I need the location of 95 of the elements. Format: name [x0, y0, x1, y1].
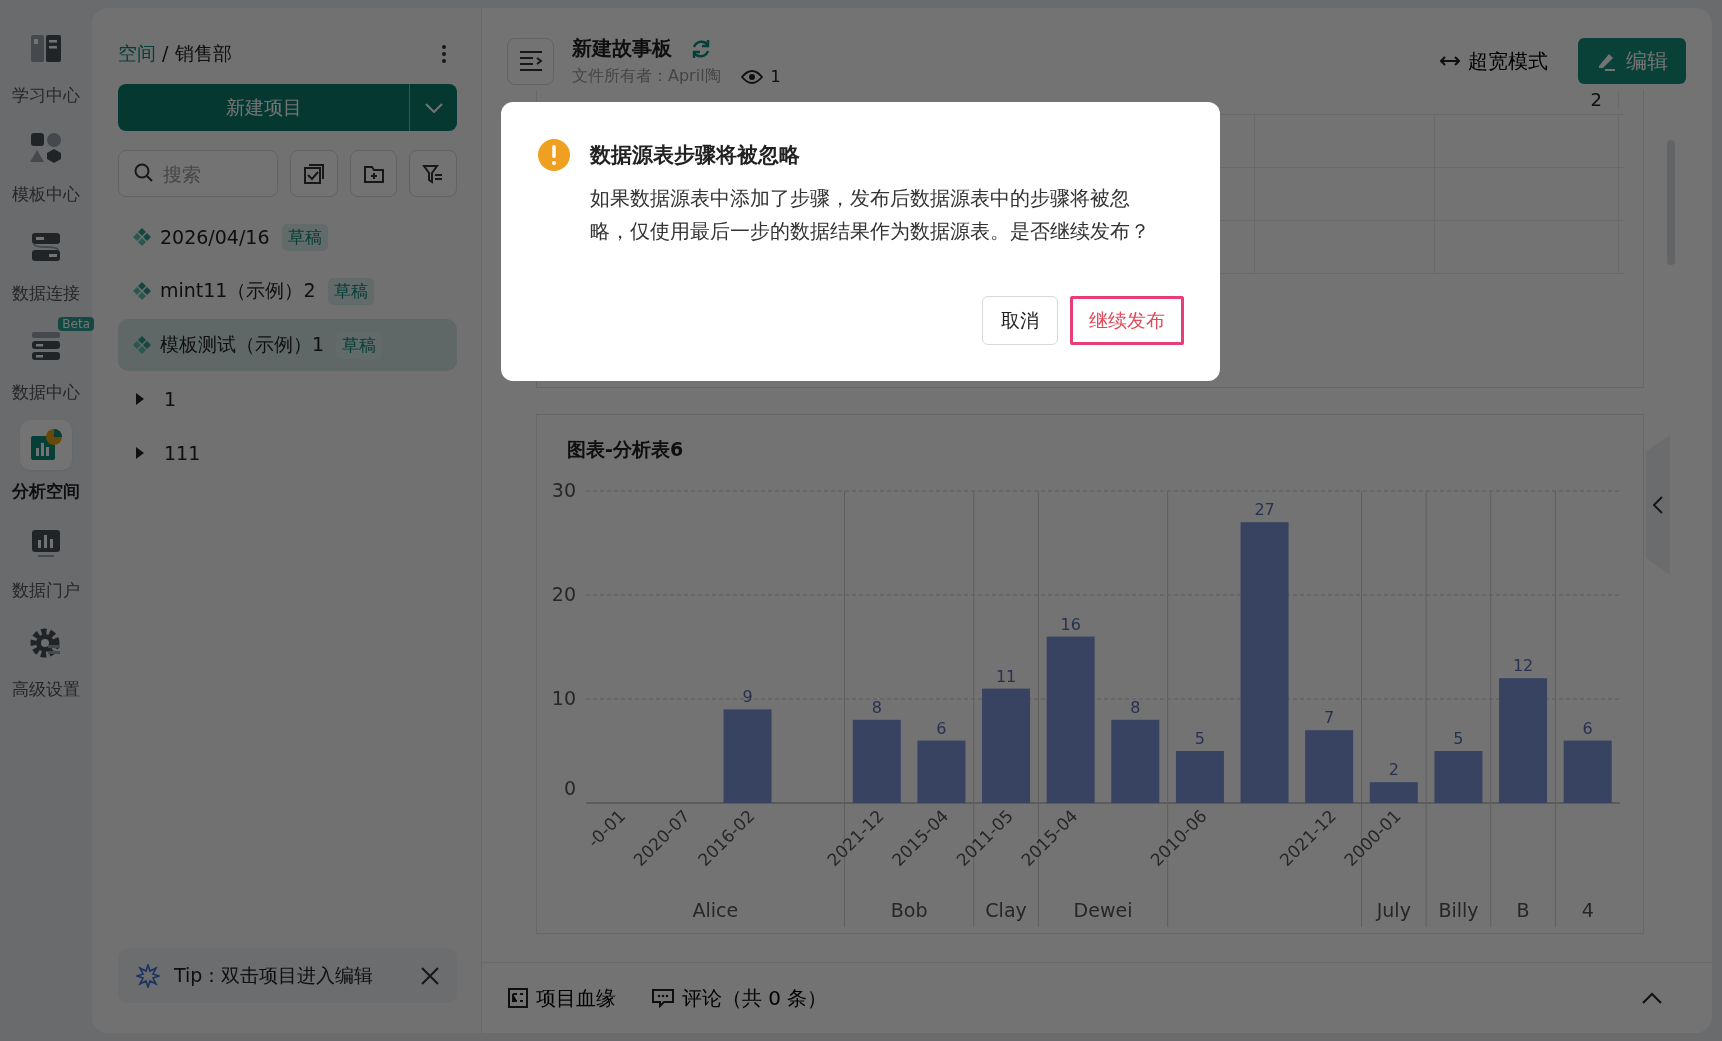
- group-label: Alice: [692, 899, 739, 921]
- shapes-icon: [30, 132, 62, 164]
- nav-item[interactable]: 模板中心: [2, 123, 90, 206]
- bar: [1563, 740, 1612, 803]
- new-folder-button[interactable]: [349, 150, 398, 197]
- data-label: 27: [1254, 500, 1275, 520]
- group-label: Dewei: [1073, 899, 1133, 921]
- y-tick-label: 20: [551, 583, 576, 605]
- chevron-left-icon: [1653, 496, 1663, 514]
- project-icon: [132, 227, 152, 247]
- y-tick-label: 0: [563, 777, 576, 799]
- data-label: 16: [1060, 614, 1081, 634]
- bar: [1434, 751, 1483, 803]
- continue-button[interactable]: 继续发布: [1070, 296, 1184, 345]
- y-tick-label: 10: [551, 687, 576, 709]
- tree-item[interactable]: 模板测试（示例）1 草稿: [118, 319, 457, 371]
- dropdown-button[interactable]: [409, 84, 457, 131]
- comments-button[interactable]: 评论（共 0 条）: [652, 984, 828, 1012]
- eye-icon: [740, 69, 763, 84]
- group-label: Clay: [985, 899, 1027, 921]
- edit-button[interactable]: 编辑: [1578, 38, 1686, 84]
- caret-icon: [134, 446, 146, 460]
- tree-item[interactable]: 1: [118, 373, 457, 425]
- breadcrumb-link[interactable]: 空间: [118, 42, 156, 64]
- breadcrumb-current: 销售部: [174, 42, 232, 64]
- chart-title: 图表-分析表6: [566, 437, 685, 462]
- database-icon: [30, 331, 62, 361]
- nav-item[interactable]: 学习中心: [2, 24, 90, 107]
- bar-chart-icon: [30, 529, 62, 559]
- story-title: 新建故事板: [572, 35, 672, 62]
- chevron-up-icon[interactable]: [1642, 992, 1662, 1004]
- new-project-button[interactable]: 新建项目: [118, 84, 409, 131]
- data-label: 7: [1324, 708, 1335, 728]
- group-label: Billy: [1438, 899, 1479, 921]
- group-label: July: [1376, 899, 1411, 921]
- menu-icon: [518, 50, 543, 72]
- gear-icon: [30, 627, 62, 659]
- data-label: 6: [1582, 718, 1593, 738]
- book-icon: [30, 34, 62, 64]
- nav-item[interactable]: 数据连接: [2, 222, 90, 305]
- y-tick-label: 30: [551, 479, 576, 501]
- tree-diagram-icon: [508, 988, 528, 1008]
- menu-button[interactable]: [507, 37, 554, 85]
- data-label: 12: [1512, 656, 1534, 676]
- nav-item[interactable]: 分析空间: [2, 420, 90, 503]
- bar: [917, 740, 966, 803]
- tree-item[interactable]: 2026/04/16 草稿: [118, 211, 457, 263]
- data-label: 6: [936, 718, 947, 738]
- multi-select-button[interactable]: [290, 150, 338, 197]
- close-icon[interactable]: [421, 966, 439, 985]
- view-count: 1: [770, 67, 781, 86]
- tree-item[interactable]: 111: [118, 427, 457, 479]
- draft-tag: 草稿: [281, 223, 328, 251]
- cancel-button[interactable]: 取消: [982, 296, 1058, 345]
- more-icon[interactable]: [441, 44, 447, 64]
- bar: [1369, 782, 1418, 803]
- dialog-message: 如果数据源表中添加了步骤，发布后数据源表中的步骤将被忽略，仅使用最后一步的数据结果作为数据源表。是否继续发布？: [590, 186, 1151, 245]
- pen-icon: [1596, 51, 1616, 71]
- group-label: 4: [1581, 899, 1594, 921]
- beta-badge: Beta: [58, 317, 94, 331]
- chart-icon: [29, 428, 63, 462]
- comment-icon: [652, 988, 674, 1008]
- nav-item[interactable]: 数据门户: [2, 519, 90, 602]
- filter-icon: [422, 162, 445, 185]
- project-icon: [132, 281, 152, 301]
- breadcrumb-separator: /: [162, 42, 169, 64]
- draft-tag: 草稿: [327, 277, 374, 305]
- dialog-title: 数据源表步骤将被忽略: [590, 142, 800, 169]
- sparkle-icon: [136, 963, 160, 988]
- lineage-button[interactable]: 项目血缘: [508, 984, 616, 1012]
- bar: [1175, 751, 1224, 803]
- nav-item[interactable]: 高级设置: [2, 618, 90, 701]
- tip-text: Tip：双击项目进入编辑: [174, 962, 375, 988]
- project-icon: [132, 335, 152, 355]
- filter-button[interactable]: [409, 150, 457, 197]
- data-label: 5: [1453, 729, 1464, 748]
- caret-icon: [134, 392, 146, 406]
- table-cell: 2: [1590, 90, 1602, 110]
- refresh-icon[interactable]: [690, 37, 712, 60]
- data-label: 8: [871, 697, 882, 717]
- data-label: 2: [1388, 760, 1399, 780]
- chevron-down-icon: [424, 102, 443, 113]
- server-icon: [30, 232, 62, 262]
- data-label: 11: [995, 666, 1017, 686]
- tree-item[interactable]: mint11（示例）2 草稿: [118, 265, 457, 317]
- checkbox-icon: [303, 162, 326, 185]
- data-label: 9: [742, 687, 753, 707]
- data-label: 8: [1130, 697, 1141, 717]
- horizontal-arrows-icon: [1440, 55, 1460, 67]
- wide-mode-button[interactable]: 超宽模式: [1434, 46, 1554, 76]
- search-icon: [134, 163, 154, 183]
- data-label: 5: [1194, 729, 1206, 748]
- group-label: B: [1516, 899, 1530, 921]
- group-label: Bob: [890, 899, 928, 921]
- warning-icon: [537, 138, 571, 172]
